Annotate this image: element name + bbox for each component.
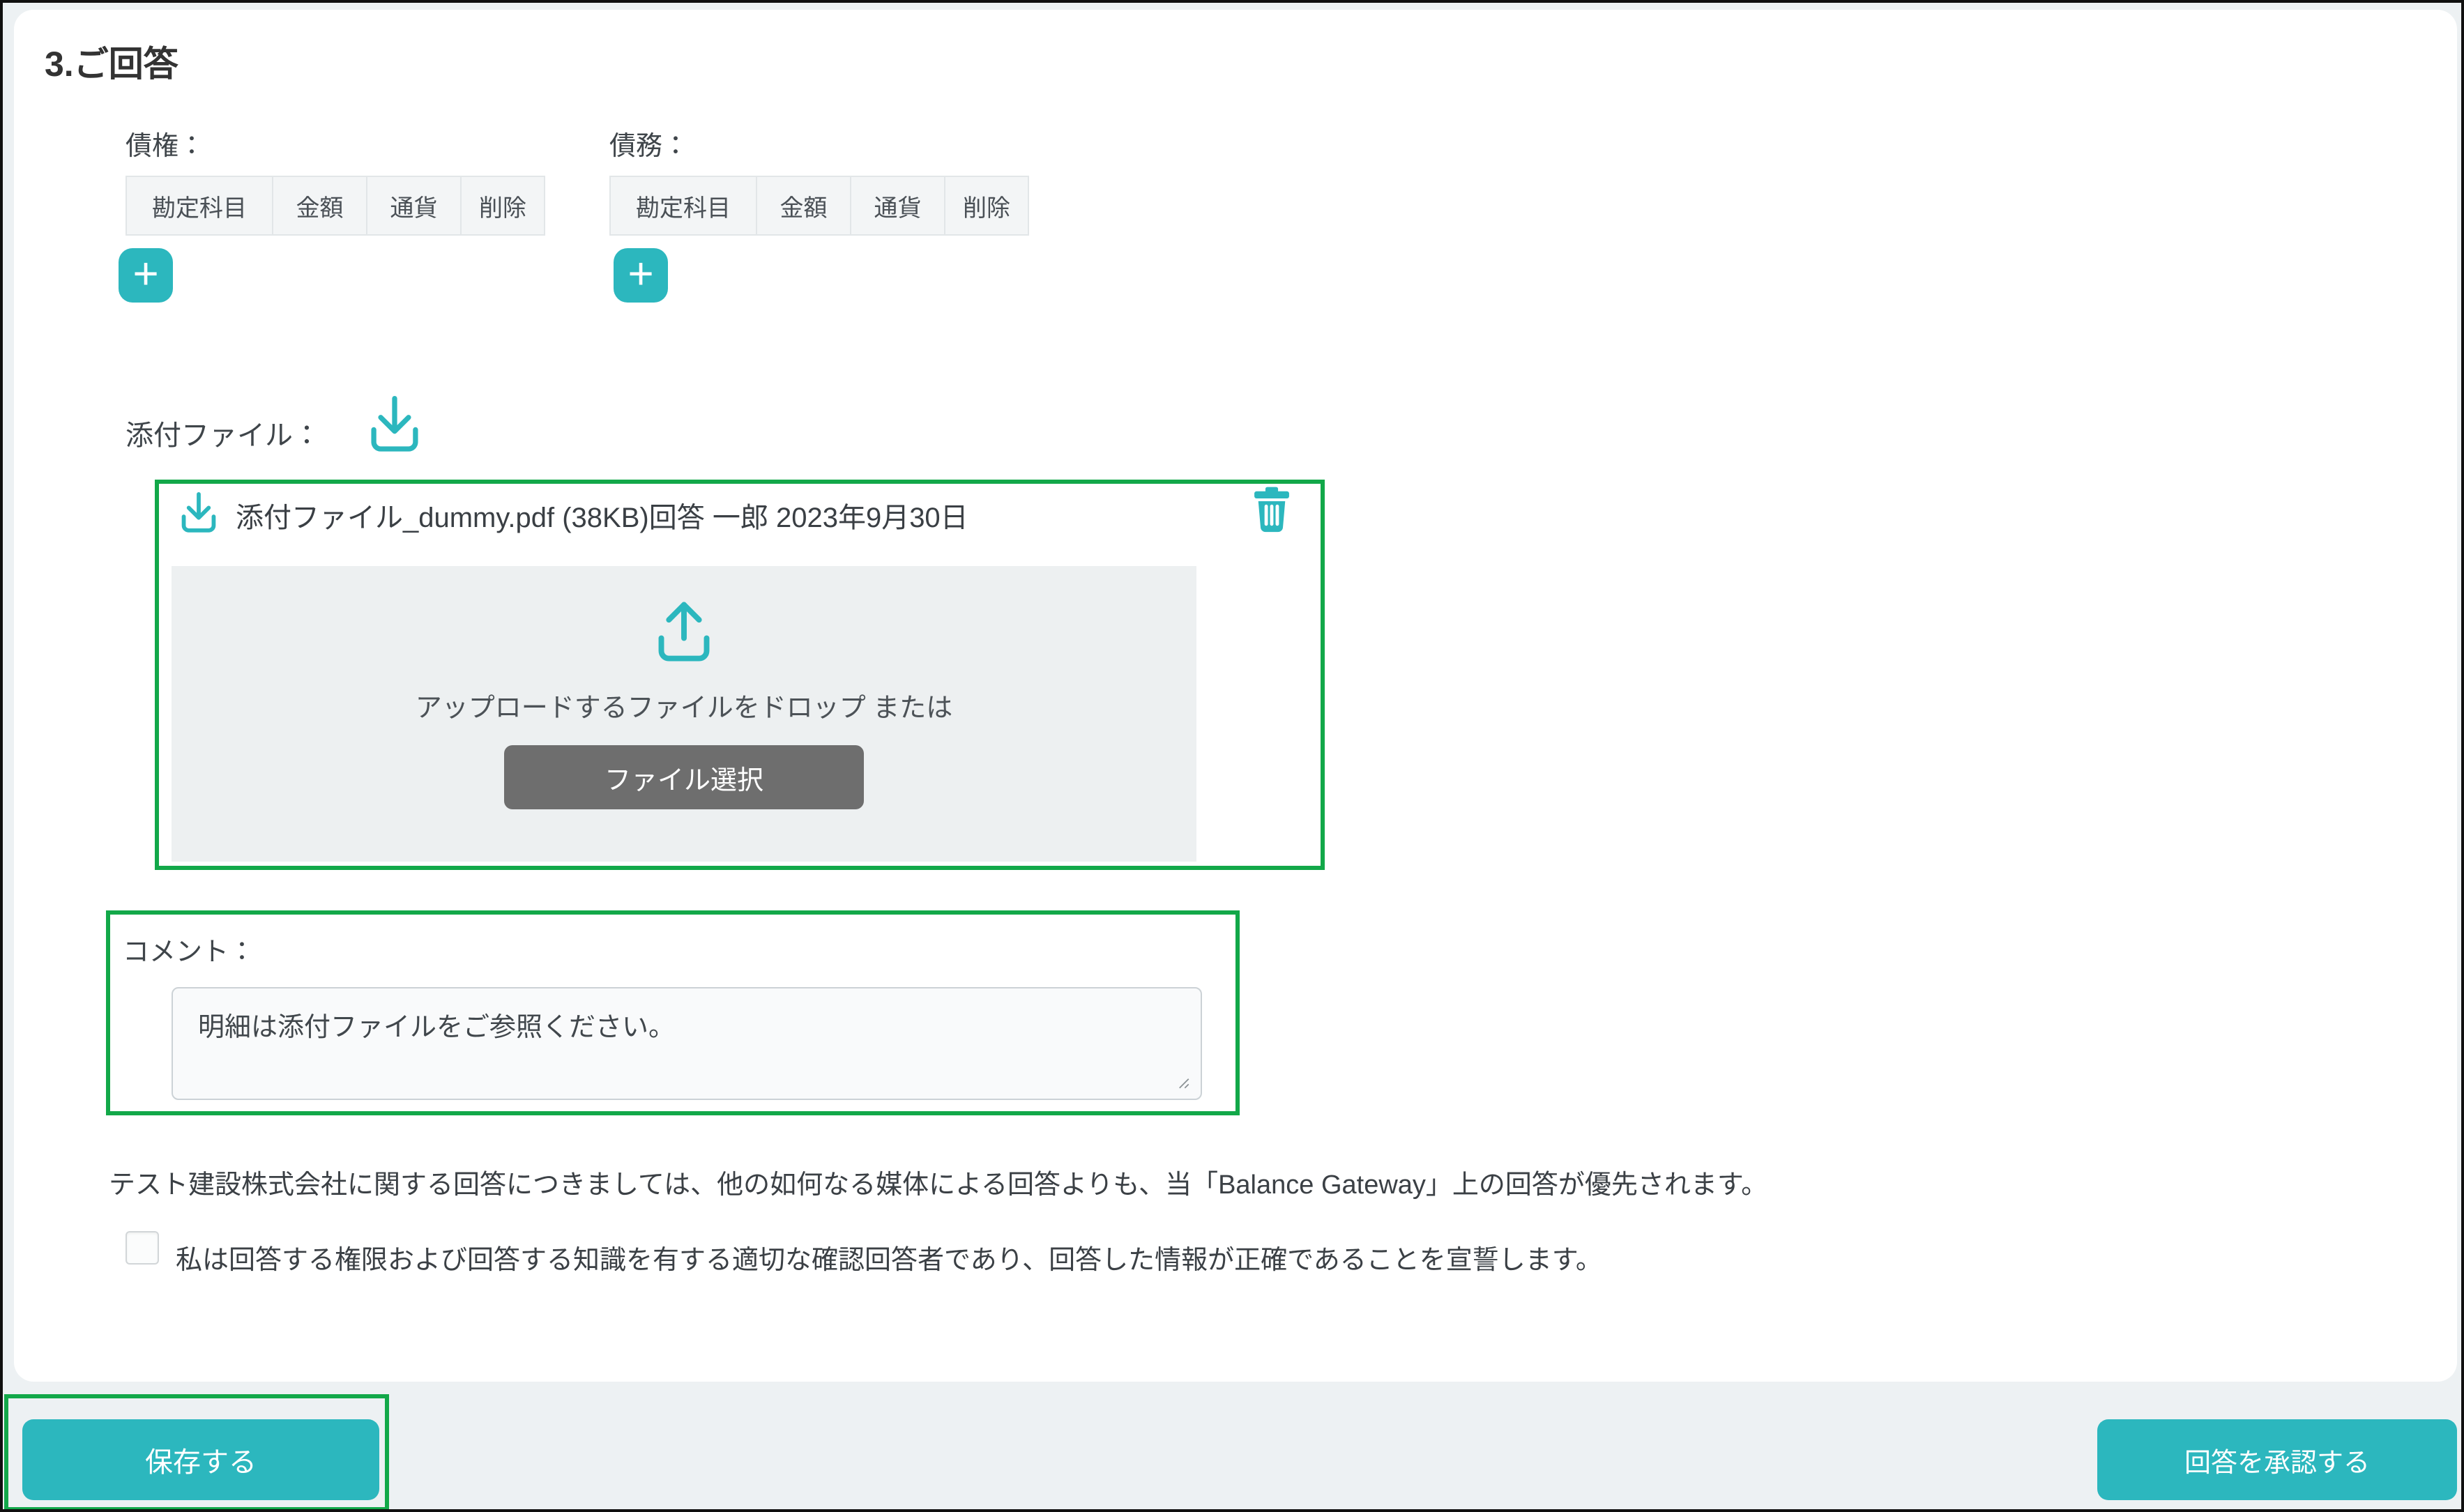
claims-add-row-button[interactable]: +	[119, 248, 173, 303]
file-delete-trash-icon[interactable]	[1248, 482, 1295, 538]
declaration-checkbox[interactable]	[126, 1231, 159, 1265]
file-dropzone[interactable]: アップロードするファイルをドロップ または ファイル選択	[172, 566, 1196, 862]
debts-header-amount: 金額	[757, 177, 851, 234]
file-select-button[interactable]: ファイル選択	[504, 745, 864, 809]
dropzone-prompt: アップロードするファイルをドロップ または	[416, 686, 953, 724]
upload-icon	[649, 594, 719, 668]
debts-table: 勘定科目 金額 通貨 削除	[609, 176, 1029, 236]
save-button[interactable]: 保存する	[22, 1419, 379, 1500]
attachments-label: 添付ファイル：	[126, 413, 321, 453]
comment-label: コメント：	[123, 930, 255, 968]
comment-textarea[interactable]: 明細は添付ファイルをご参照ください。	[172, 987, 1202, 1100]
debts-table-label: 債務：	[609, 124, 689, 162]
claims-header-currency: 通貨	[367, 177, 462, 234]
claims-table: 勘定科目 金額 通貨 削除	[126, 176, 545, 236]
declaration-text: 私は回答する権限および回答する知識を有する適切な確認回答者であり、回答した情報が…	[176, 1238, 1602, 1276]
debts-header-account: 勘定科目	[611, 177, 757, 234]
response-form-screen: 3.ご回答 債権： 勘定科目 金額 通貨 削除 + 債務： 勘定科目 金額 通貨…	[0, 0, 2464, 1512]
debts-add-row-button[interactable]: +	[614, 248, 668, 303]
textarea-resize-grip-icon[interactable]	[1173, 1072, 1191, 1090]
download-all-icon[interactable]	[363, 390, 427, 457]
file-entry-text: 添付ファイル_dummy.pdf (38KB)回答 一郎 2023年9月30日	[236, 495, 968, 535]
claims-table-label: 債権：	[126, 124, 205, 162]
file-download-icon[interactable]	[176, 488, 222, 537]
claims-header-account: 勘定科目	[127, 177, 273, 234]
claims-header-delete: 削除	[462, 177, 544, 234]
debts-header-currency: 通貨	[851, 177, 945, 234]
approve-response-button[interactable]: 回答を承認する	[2097, 1419, 2457, 1500]
claims-header-amount: 金額	[273, 177, 367, 234]
priority-notice-text: テスト建設株式会社に関する回答につきましては、他の如何なる媒体による回答よりも、…	[109, 1163, 1767, 1201]
debts-header-delete: 削除	[945, 177, 1028, 234]
section-title: 3.ご回答	[45, 36, 178, 86]
